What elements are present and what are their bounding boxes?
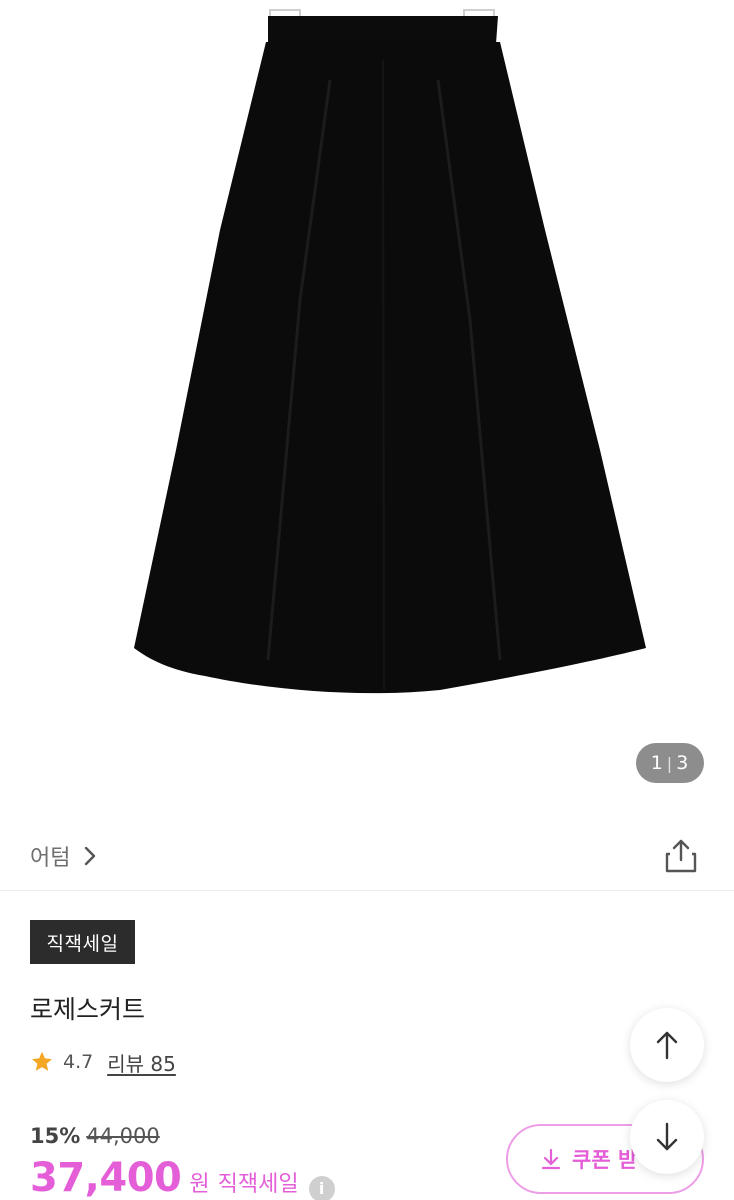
page-separator: | [666,753,674,773]
info-icon[interactable]: i [308,1176,335,1200]
current-page: 1 [650,752,664,774]
discount-row: 15% 44,000 [30,1124,160,1148]
scroll-bottom-button[interactable] [630,1100,704,1174]
brand-name: 어텀 [30,846,71,871]
price-sale-label: 직잭세일 [217,1172,299,1197]
coupon-label: 쿠폰 받 [572,1148,638,1172]
product-image-gallery[interactable]: 1 | 3 [0,0,734,810]
arrow-down-icon [656,1122,678,1151]
sale-badge: 직잭세일 [30,920,135,964]
currency-unit: 원 [189,1172,210,1197]
discount-rate: 15% [30,1124,81,1148]
brand-link[interactable]: 어텀 [30,840,96,872]
rating-row: 4.7 리뷰 85 [30,1048,176,1076]
product-title: 로제스커트 [30,995,146,1024]
scroll-top-button[interactable] [630,1008,704,1082]
star-icon [32,1051,52,1071]
arrow-up-icon [656,1031,678,1060]
divider [0,890,734,891]
review-count-link[interactable]: 리뷰 85 [107,1048,176,1077]
chevron-right-icon [85,846,96,866]
sale-price: 37,400 [30,1155,182,1200]
price-row: 37,400 원 직잭세일 i [30,1155,335,1200]
page-indicator: 1 | 3 [636,743,704,783]
rating-score: 4.7 [63,1051,94,1073]
original-price: 44,000 [86,1124,160,1148]
share-icon[interactable] [664,838,698,874]
product-image [134,9,646,694]
total-pages: 3 [676,752,690,774]
brand-row: 어텀 [0,822,734,890]
download-icon [541,1148,561,1170]
